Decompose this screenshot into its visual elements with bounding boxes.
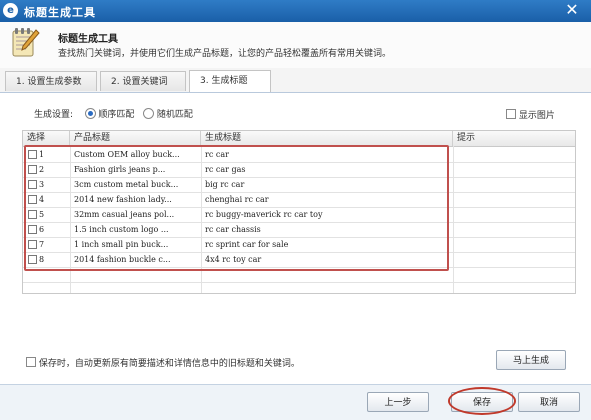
save-update-checkbox[interactable]	[26, 357, 36, 367]
cancel-button[interactable]: 取消	[518, 392, 580, 412]
tab-strip: 1. 设置生成参数 2. 设置关键词 3. 生成标题	[0, 68, 591, 93]
tab-keywords[interactable]: 2. 设置关键词	[100, 71, 186, 91]
header-description: 查找热门关键词，并使用它们生成产品标题，让您的产品轻松覆盖所有常用关键词。	[58, 49, 392, 59]
show-image-label: 显示图片	[518, 111, 555, 121]
generate-now-button[interactable]: 马上生成	[496, 350, 566, 370]
generation-options: 生成设置: 顺序匹配 随机匹配	[34, 107, 193, 120]
radio-sequential[interactable]	[84, 108, 96, 119]
radio-random[interactable]	[142, 108, 154, 119]
highlight-annotation	[24, 145, 449, 271]
save-update-label: 保存时，自动更新原有简要描述和详情信息中的旧标题和关键词。	[38, 359, 300, 369]
tool-header: 标题生成工具 查找热门关键词，并使用它们生成产品标题，让您的产品轻松覆盖所有常用…	[0, 22, 591, 68]
radio-sequential-label: 顺序匹配	[98, 110, 135, 120]
radio-random-label: 随机匹配	[156, 110, 193, 120]
prev-step-button[interactable]: 上一步	[367, 392, 429, 412]
notepad-pencil-icon	[12, 28, 40, 57]
tab-generation-params[interactable]: 1. 设置生成参数	[5, 71, 97, 91]
column-hint: 提示	[457, 133, 476, 143]
close-icon[interactable]: ✕	[560, 1, 584, 19]
app-logo-icon: e	[3, 3, 18, 18]
tab-generate-titles[interactable]: 3. 生成标题	[189, 70, 271, 92]
show-image-option[interactable]: 显示图片	[506, 108, 555, 121]
options-label: 生成设置:	[34, 110, 74, 120]
column-product-title: 产品标题	[70, 131, 201, 146]
window-title: 标题生成工具	[24, 6, 96, 19]
save-update-option[interactable]: 保存时，自动更新原有简要描述和详情信息中的旧标题和关键词。	[26, 356, 300, 369]
show-image-checkbox[interactable]	[506, 109, 516, 119]
header-heading: 标题生成工具	[58, 34, 118, 45]
column-select: 选择	[23, 131, 70, 146]
column-generated-title: 生成标题	[201, 131, 453, 146]
title-bar: e 标题生成工具 ✕	[0, 0, 591, 22]
save-highlight-annotation	[448, 387, 516, 415]
